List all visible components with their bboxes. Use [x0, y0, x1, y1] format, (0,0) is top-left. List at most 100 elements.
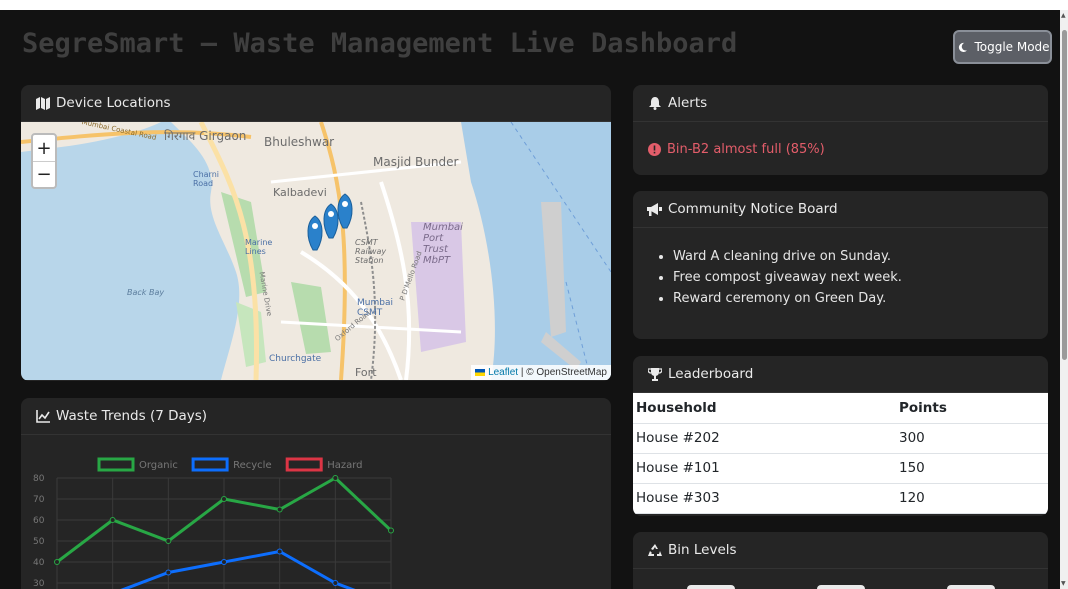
recycle-icon	[647, 543, 662, 558]
waste-trends-card: Waste Trends (7 Days) 30 40 50 60 70 80 Organi…	[21, 398, 611, 589]
column-header-household: Household	[633, 393, 896, 424]
household-cell: House #202	[633, 423, 896, 454]
notice-list: Ward A cleaning drive on Sunday. Free co…	[633, 228, 1048, 309]
scroll-down-arrow-icon[interactable]: ▼	[1061, 580, 1066, 587]
leaderboard-title: Leaderboard	[668, 366, 754, 382]
toggle-mode-button[interactable]: Toggle Mode	[953, 30, 1052, 64]
scroll-up-arrow-icon[interactable]: ▲	[1061, 12, 1066, 19]
trophy-icon	[647, 367, 662, 382]
map-label: Churchgate	[269, 354, 322, 364]
top-strip	[0, 0, 1068, 10]
y-tick-label: 70	[33, 495, 45, 505]
y-tick-label: 30	[33, 579, 45, 589]
data-point	[276, 548, 283, 555]
data-point	[221, 559, 227, 565]
legend-label: Hazard	[327, 460, 362, 471]
data-point	[165, 569, 172, 576]
data-point	[54, 559, 60, 565]
y-tick-label: 80	[33, 474, 45, 484]
map-label: Fort	[355, 366, 377, 379]
table-row: House #101 150	[633, 453, 1048, 484]
map-label: Masjid Bunder	[373, 155, 459, 169]
bin-levels-header: Bin Levels	[633, 532, 1048, 569]
map-label: Kalbadevi	[273, 186, 327, 199]
data-point	[276, 506, 283, 513]
map-label: Back Bay	[127, 288, 165, 297]
points-cell: 300	[896, 423, 1048, 454]
alerts-title: Alerts	[668, 95, 708, 111]
alerts-card: Alerts Bin-B2 almost full (85%)	[633, 85, 1048, 175]
zoom-out-button[interactable]: −	[33, 161, 55, 187]
device-locations-card: Device Locations गिरगाव Girgaon Bhuleshw…	[21, 85, 611, 381]
bin-top	[947, 585, 995, 589]
map-label: Charni Road	[193, 170, 219, 188]
notice-item: Reward ceremony on Green Day.	[673, 288, 1048, 309]
notice-item: Ward A cleaning drive on Sunday.	[673, 246, 1048, 267]
map-label: CSMT Railway Station	[355, 238, 387, 265]
map-label: Bhuleshwar	[264, 135, 335, 149]
points-cell: 120	[896, 483, 1048, 514]
data-point	[109, 517, 116, 523]
bin-levels-title: Bin Levels	[668, 542, 737, 558]
alerts-header: Alerts	[633, 85, 1048, 122]
map-label: गिरगाव Girgaon	[164, 129, 247, 143]
zoom-control: + −	[31, 133, 57, 189]
notice-item: Free compost giveaway next week.	[673, 267, 1048, 288]
data-point	[388, 527, 394, 534]
alert-item: Bin-B2 almost full (85%)	[633, 122, 1048, 175]
bin-top	[817, 585, 865, 589]
waste-trends-chart: 30 40 50 60 70 80 Organic Recycle Hazard	[21, 435, 611, 589]
column-header-points: Points	[896, 393, 1048, 424]
table-header-row: Household Points	[633, 393, 1048, 424]
waste-trends-title: Waste Trends (7 Days)	[56, 408, 208, 424]
map-marker-icon	[307, 215, 323, 251]
bin-levels-card: Bin Levels	[633, 532, 1048, 589]
bin-top	[687, 585, 735, 589]
legend-swatch	[97, 457, 135, 472]
household-cell: House #101	[633, 453, 896, 484]
device-locations-title: Device Locations	[56, 95, 171, 111]
megaphone-icon	[647, 202, 662, 217]
table-row: House #303 120	[633, 483, 1048, 514]
leaderboard-table: Household Points House #202 300 House #1…	[633, 393, 1048, 514]
data-point	[332, 475, 339, 481]
points-cell: 150	[896, 453, 1048, 484]
page-header: SegreSmart – Waste Management Live Dashb…	[0, 10, 1060, 80]
bell-icon	[647, 96, 662, 111]
map-label: Mumbai Port Trust MbPT	[423, 222, 463, 266]
notice-board-card: Community Notice Board Ward A cleaning d…	[633, 191, 1048, 339]
map-view[interactable]: गिरगाव Girgaon Bhuleshwar Masjid Bunder …	[21, 122, 611, 380]
toggle-mode-label: Toggle Mode	[974, 40, 1050, 54]
map-marker-icon	[323, 203, 339, 239]
y-tick-label: 50	[33, 537, 45, 547]
map-attribution: Leaflet | © OpenStreetMap	[471, 365, 611, 380]
legend-label: Recycle	[233, 460, 272, 471]
table-row: House #202 300	[633, 423, 1048, 454]
leaflet-link[interactable]: Leaflet	[488, 367, 518, 378]
device-locations-header: Device Locations	[21, 85, 611, 122]
data-point	[165, 538, 172, 544]
legend-label: Organic	[139, 460, 178, 471]
map-marker-icon	[337, 193, 353, 229]
waste-trends-header: Waste Trends (7 Days)	[21, 398, 611, 435]
zoom-in-button[interactable]: +	[33, 135, 55, 161]
line-chart-icon	[35, 409, 50, 424]
notice-board-header: Community Notice Board	[633, 191, 1048, 228]
osm-attribution-text: | © OpenStreetMap	[520, 367, 607, 378]
data-point	[332, 580, 339, 586]
leaderboard-card: Leaderboard Household Points House #202 …	[633, 356, 1048, 516]
exclamation-circle-icon	[647, 142, 662, 157]
leaderboard-header: Leaderboard	[633, 356, 1048, 393]
page-title: SegreSmart – Waste Management Live Dashb…	[22, 28, 738, 59]
moon-icon	[955, 40, 970, 55]
map-icon	[35, 96, 50, 111]
data-point	[221, 496, 227, 502]
ukraine-flag-icon	[475, 368, 486, 376]
legend-swatch	[285, 457, 323, 472]
legend-swatch	[191, 457, 229, 472]
y-tick-label: 60	[33, 516, 45, 526]
household-cell: House #303	[633, 483, 896, 514]
scrollbar-thumb[interactable]	[1062, 30, 1067, 360]
notice-board-title: Community Notice Board	[668, 201, 838, 217]
y-tick-label: 40	[33, 558, 45, 568]
